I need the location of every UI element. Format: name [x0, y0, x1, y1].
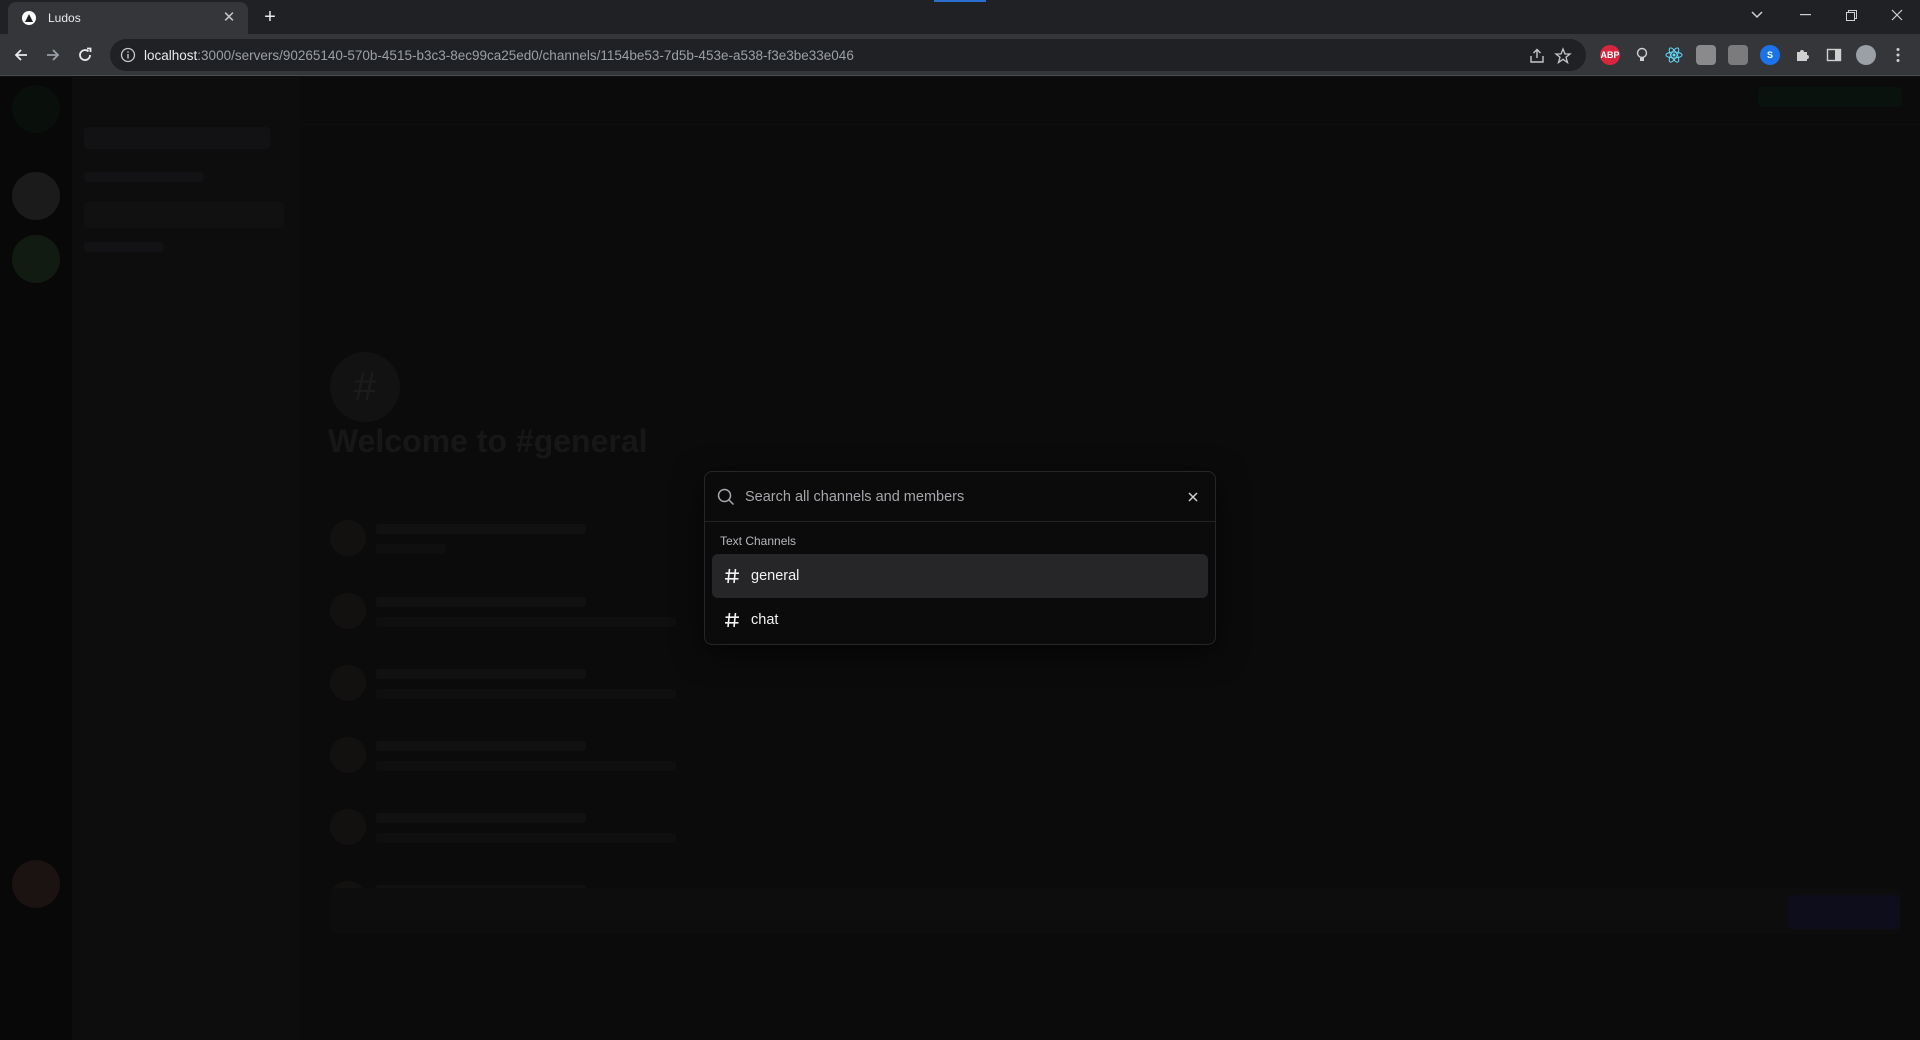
- option-label: chat: [751, 612, 779, 628]
- lightbulb-icon[interactable]: [1632, 45, 1652, 65]
- menu-kebab-icon[interactable]: [1888, 45, 1908, 65]
- reload-button[interactable]: [73, 43, 97, 67]
- group-heading: Text Channels: [720, 534, 797, 548]
- minimize-button[interactable]: [1782, 0, 1828, 30]
- extension-icon[interactable]: [1728, 45, 1748, 65]
- address-bar[interactable]: localhost:3000/servers/90265140-570b-451…: [110, 39, 1586, 71]
- search-modal: Text Channels general chat: [704, 471, 1216, 645]
- extension-icon[interactable]: [1696, 45, 1716, 65]
- browser-tab[interactable]: Ludos ✕: [8, 2, 248, 34]
- browser-toolbar: localhost:3000/servers/90265140-570b-451…: [0, 34, 1920, 76]
- url-host: localhost: [144, 47, 198, 63]
- close-window-button[interactable]: [1874, 0, 1920, 30]
- close-icon: [1188, 491, 1198, 502]
- adblock-icon[interactable]: ABP: [1600, 45, 1620, 65]
- option-label: general: [751, 568, 800, 584]
- search-row: [705, 472, 1215, 522]
- restore-button[interactable]: [1828, 0, 1874, 30]
- shazam-icon[interactable]: S: [1760, 45, 1780, 65]
- site-info-icon[interactable]: [120, 47, 136, 63]
- tab-search-chevron-icon[interactable]: [1734, 0, 1780, 30]
- forward-button[interactable]: [41, 43, 65, 67]
- share-icon[interactable]: [1528, 47, 1546, 65]
- url-text: localhost:3000/servers/90265140-570b-451…: [144, 48, 854, 63]
- hash-icon: [725, 568, 739, 584]
- bookmark-star-icon[interactable]: [1554, 47, 1572, 65]
- option-general[interactable]: general: [712, 554, 1208, 598]
- puzzle-icon[interactable]: [1792, 45, 1812, 65]
- url-path: :3000/servers/90265140-570b-4515-b3c3-8e…: [197, 47, 854, 63]
- browser-tab-bar: Ludos ✕ +: [0, 0, 1920, 34]
- ludos-favicon-icon: [22, 11, 36, 25]
- sidebar-icon[interactable]: [1824, 45, 1844, 65]
- option-chat[interactable]: chat: [712, 598, 1208, 642]
- search-icon: [717, 488, 735, 505]
- react-devtools-icon[interactable]: [1664, 45, 1684, 65]
- back-button[interactable]: [9, 43, 33, 67]
- new-tab-button[interactable]: +: [258, 6, 282, 30]
- profile-avatar[interactable]: [1856, 45, 1876, 65]
- tab-close-icon[interactable]: ✕: [220, 9, 238, 27]
- window-focus-indicator: [934, 0, 986, 2]
- search-input[interactable]: [745, 488, 1183, 505]
- close-modal-button[interactable]: [1183, 487, 1203, 507]
- tab-title: Ludos: [48, 11, 81, 25]
- hash-icon: [725, 612, 739, 628]
